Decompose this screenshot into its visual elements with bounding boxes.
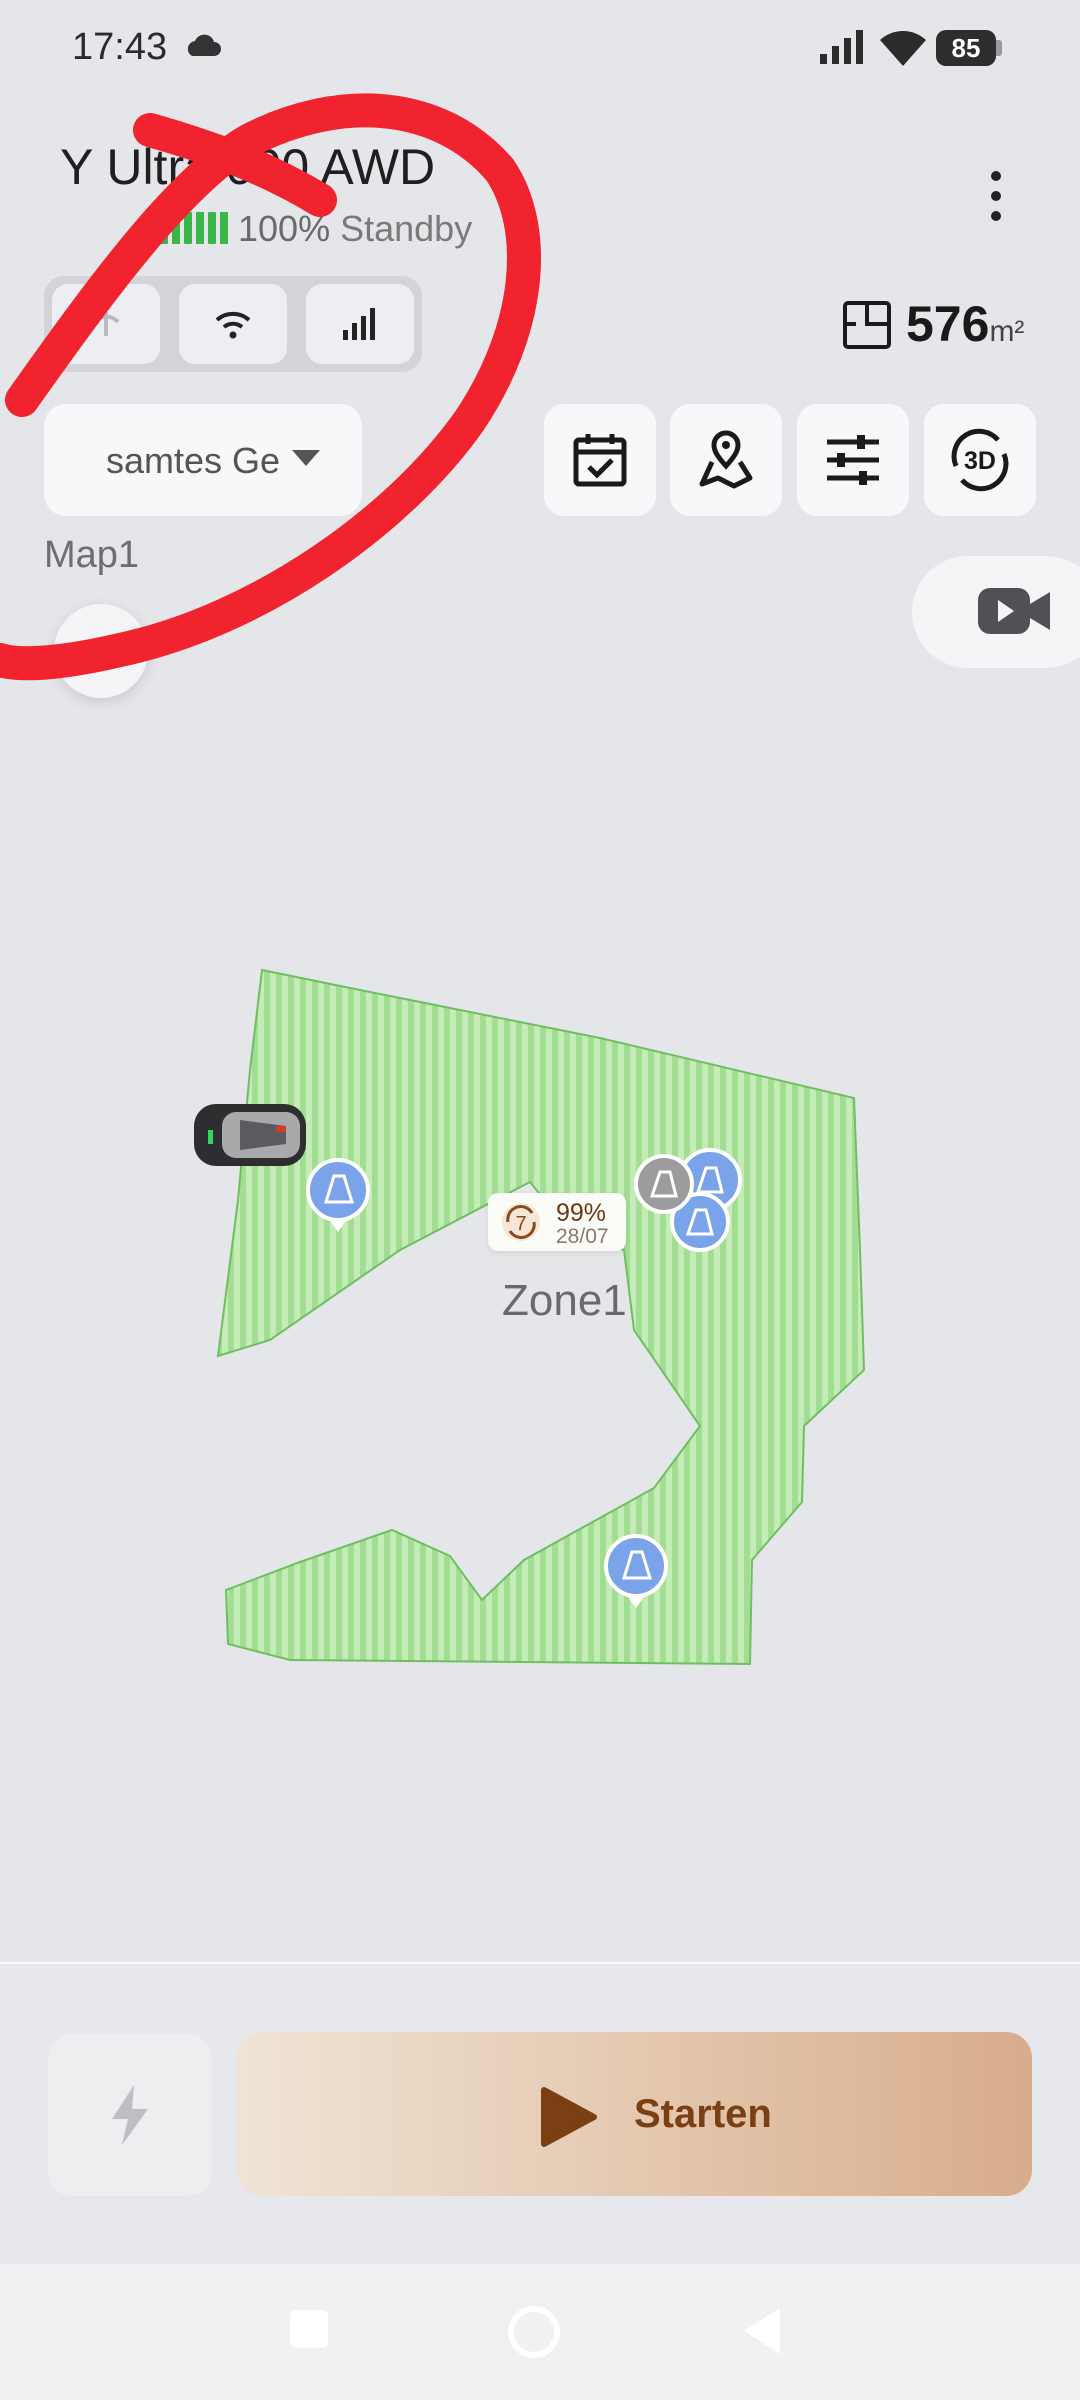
map-name: Map1 xyxy=(44,534,140,576)
battery-tip xyxy=(996,40,1002,56)
connectivity-group xyxy=(44,276,422,372)
schedule-icon xyxy=(573,434,627,487)
cellular-button[interactable] xyxy=(306,284,414,364)
video-button[interactable] xyxy=(912,556,1080,668)
zone-label: Zone1 xyxy=(502,1276,627,1325)
progress-date: 28/07 xyxy=(556,1225,609,1248)
map-selector-text: samtes Ge xyxy=(105,440,280,481)
mower-status: Standby xyxy=(340,208,473,249)
mower-icon[interactable] xyxy=(194,1104,306,1166)
area-icon xyxy=(843,301,891,349)
status-time: 17:43 xyxy=(72,26,168,68)
cloud-icon xyxy=(187,34,221,56)
wifi-icon xyxy=(215,311,251,339)
wifi-button[interactable] xyxy=(179,284,287,364)
battery-icon: 85 xyxy=(936,30,996,66)
cycle-icon: 7 xyxy=(502,1203,540,1241)
bluetooth-icon xyxy=(92,312,120,336)
start-label: Starten xyxy=(634,2092,772,2136)
cellular-icon xyxy=(343,308,375,340)
map-edit-button[interactable] xyxy=(670,404,782,516)
settings-button[interactable] xyxy=(797,404,909,516)
robot-avatar[interactable] xyxy=(54,604,148,698)
battery-level-bars xyxy=(148,212,228,244)
video-camera-icon xyxy=(978,588,1050,634)
battery-percent: 100% xyxy=(238,208,331,249)
bluetooth-button[interactable] xyxy=(52,284,160,364)
map-pin-icon xyxy=(699,430,753,489)
svg-text:3D: 3D xyxy=(964,447,996,475)
lawn-map[interactable] xyxy=(0,900,1080,1800)
zone-progress-bubble[interactable]: 7 99% 28/07 xyxy=(488,1193,626,1251)
disabled-obstacle-marker[interactable] xyxy=(634,1154,694,1214)
settings-sliders-icon xyxy=(827,435,879,485)
lightning-icon xyxy=(112,2085,148,2145)
area-unit: m² xyxy=(989,315,1025,348)
schedule-button[interactable] xyxy=(544,404,656,516)
battery-status-line: 100% Standby xyxy=(238,208,472,250)
area-value: 576 xyxy=(906,296,990,352)
device-name[interactable]: Y Ultra 000 AWD xyxy=(60,138,435,196)
wifi-icon xyxy=(880,31,926,66)
more-menu-icon[interactable] xyxy=(984,168,1008,224)
start-button[interactable]: Starten xyxy=(236,2032,1032,2196)
svg-text:7: 7 xyxy=(515,1213,526,1235)
mowing-area: 576m² xyxy=(906,295,1024,353)
back-button[interactable] xyxy=(740,2306,784,2356)
signal-icon xyxy=(820,30,863,64)
play-icon xyxy=(541,2087,597,2147)
3d-view-button[interactable]: 3D xyxy=(924,404,1036,516)
chevron-down-icon xyxy=(292,450,320,466)
home-button[interactable] xyxy=(508,2306,560,2358)
3d-view-icon: 3D xyxy=(951,428,1009,492)
map-selector-dropdown[interactable]: samtes Ge xyxy=(44,404,362,516)
recents-button[interactable] xyxy=(290,2310,328,2348)
progress-percent: 99% xyxy=(556,1199,607,1227)
charge-button[interactable] xyxy=(48,2034,212,2196)
